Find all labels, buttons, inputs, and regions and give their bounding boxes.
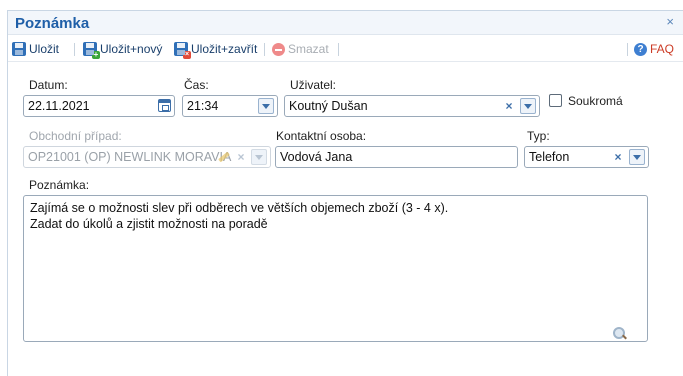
faq-label: FAQ (650, 42, 675, 56)
save-new-button[interactable]: + Uložit+nový (83, 42, 163, 59)
faq-link[interactable]: ? FAQ (634, 42, 674, 56)
note-line: Zadat do úkolů a zjistit možnosti na por… (30, 217, 268, 231)
close-icon[interactable]: × (666, 14, 674, 29)
calendar-icon[interactable] (158, 99, 171, 112)
floppy-disk-plus-icon: + (83, 42, 100, 59)
date-label: Datum: (29, 78, 68, 92)
clear-icon[interactable]: × (501, 98, 517, 114)
note-textarea[interactable]: Zajímá se o možnosti slev při odběrech v… (23, 195, 648, 342)
type-select[interactable]: Telefon × (524, 146, 649, 168)
private-checkbox[interactable] (549, 94, 562, 107)
chevron-down-icon[interactable] (251, 149, 267, 165)
chevron-down-icon[interactable] (520, 98, 536, 114)
delete-button-label: Smazat (288, 42, 329, 56)
floppy-disk-close-icon: × (174, 42, 191, 59)
clear-icon[interactable]: × (233, 149, 249, 165)
business-case-label: Obchodní případ: (29, 129, 122, 143)
save-close-button-label: Uložit+zavřít (191, 42, 258, 56)
private-label: Soukromá (568, 94, 623, 108)
toolbar-separator (74, 43, 75, 56)
toolbar-separator (264, 43, 265, 56)
user-select[interactable]: Koutný Dušan × (284, 95, 540, 117)
user-value: Koutný Dušan (289, 99, 368, 113)
type-value: Telefon (529, 150, 570, 164)
contact-field[interactable]: Vodová Jana (275, 146, 518, 168)
save-button[interactable]: Uložit (12, 42, 59, 56)
delete-button[interactable]: Smazat (272, 42, 329, 56)
business-case-value: OP21001 (OP) NEWLINK MORAVIA (28, 150, 232, 164)
user-label: Uživatel: (290, 78, 337, 92)
save-button-label: Uložit (29, 42, 60, 56)
toolbar-separator (627, 43, 628, 56)
business-case-select[interactable]: OP21001 (OP) NEWLINK MORAVIA × (23, 146, 271, 168)
time-label: Čas: (184, 78, 209, 92)
title-bar: Poznámka × (8, 11, 683, 35)
contact-label: Kontaktní osoba: (276, 129, 367, 143)
clear-icon[interactable]: × (610, 149, 626, 165)
time-value: 21:34 (187, 99, 219, 113)
type-label: Typ: (527, 129, 550, 143)
dialog-title: Poznámka (15, 15, 90, 32)
toolbar: Uložit + Uložit+nový × Uložit+zavřít Sma… (8, 36, 683, 62)
save-new-button-label: Uložit+nový (100, 42, 163, 56)
date-field[interactable]: 22.11.2021 (23, 95, 175, 117)
help-icon: ? (634, 42, 647, 56)
floppy-disk-icon (12, 42, 26, 56)
chevron-down-icon[interactable] (629, 149, 645, 165)
note-label: Poznámka: (29, 178, 90, 192)
date-value: 22.11.2021 (28, 99, 90, 113)
delete-icon (272, 42, 285, 56)
pencil-icon[interactable] (216, 149, 232, 165)
save-close-button[interactable]: × Uložit+zavřít (174, 42, 258, 59)
chevron-down-icon[interactable] (258, 98, 274, 114)
time-select[interactable]: 21:34 (182, 95, 278, 117)
note-line: Zajímá se o možnosti slev při odběrech v… (30, 201, 449, 215)
magnifier-icon[interactable] (613, 327, 626, 340)
contact-value: Vodová Jana (280, 150, 353, 164)
toolbar-separator (338, 43, 339, 56)
